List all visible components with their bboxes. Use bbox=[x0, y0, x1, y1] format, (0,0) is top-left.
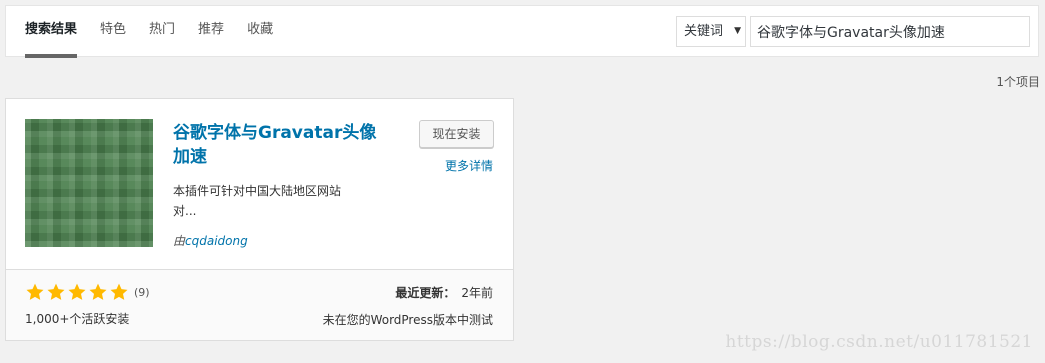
plugin-icon[interactable] bbox=[25, 119, 153, 247]
tab-featured[interactable]: 特色 bbox=[100, 6, 126, 58]
search-input[interactable] bbox=[750, 16, 1030, 47]
tab-favorites[interactable]: 收藏 bbox=[247, 6, 273, 58]
search-type-select[interactable]: 关键词 ▼ bbox=[676, 16, 746, 47]
last-updated: 最近更新： 2年前 bbox=[395, 284, 493, 301]
plugin-card-footer: (9) 1,000+个活跃安装 最近更新： 2年前 未在您的WordPress版本… bbox=[6, 269, 513, 340]
star-icon bbox=[88, 282, 108, 302]
plugin-description: 本插件可针对中国大陆地区网站 对... bbox=[173, 181, 373, 221]
star-rating: (9) bbox=[25, 282, 150, 302]
plugin-title-line1: 谷歌字体与Gravatar头像 bbox=[173, 123, 377, 143]
rating-count: (9) bbox=[134, 285, 150, 299]
install-now-button[interactable]: 现在安装 bbox=[419, 120, 494, 148]
star-icon bbox=[109, 282, 129, 302]
plugin-card: 谷歌字体与Gravatar头像 加速 本插件可针对中国大陆地区网站 对... 由… bbox=[5, 98, 514, 341]
active-installs: 1,000+个活跃安装 bbox=[25, 312, 130, 326]
search-type-value: 关键词 bbox=[684, 24, 724, 39]
plugin-description-line2: 对... bbox=[173, 204, 197, 218]
author-link[interactable]: cqdaidong bbox=[185, 234, 248, 248]
filter-tabs: 搜索结果 特色 热门 推荐 收藏 bbox=[25, 6, 296, 58]
star-icon bbox=[67, 282, 87, 302]
tab-recommended[interactable]: 推荐 bbox=[198, 6, 224, 58]
plugin-author: 由cqdaidong bbox=[173, 232, 248, 249]
star-icon bbox=[46, 282, 66, 302]
plugin-description-line1: 本插件可针对中国大陆地区网站 bbox=[173, 184, 342, 198]
last-updated-value: 2年前 bbox=[461, 286, 493, 300]
more-details-link[interactable]: 更多详情 bbox=[445, 157, 493, 174]
results-count: 1个项目 bbox=[996, 75, 1040, 89]
tab-search-results[interactable]: 搜索结果 bbox=[25, 6, 78, 58]
watermark: https://blog.csdn.net/u011781521 bbox=[725, 332, 1033, 352]
tab-popular[interactable]: 热门 bbox=[149, 6, 175, 58]
plugin-filter-bar: 搜索结果 特色 热门 推荐 收藏 关键词 ▼ bbox=[5, 5, 1039, 58]
chevron-down-icon: ▼ bbox=[734, 26, 741, 36]
star-icon bbox=[25, 282, 45, 302]
compatibility-notice: 未在您的WordPress版本中测试 bbox=[322, 313, 493, 327]
plugin-title[interactable]: 谷歌字体与Gravatar头像 加速 bbox=[173, 121, 388, 169]
author-prefix: 由 bbox=[173, 234, 186, 248]
plugin-title-line2: 加速 bbox=[173, 147, 207, 167]
last-updated-label: 最近更新： bbox=[395, 286, 456, 300]
